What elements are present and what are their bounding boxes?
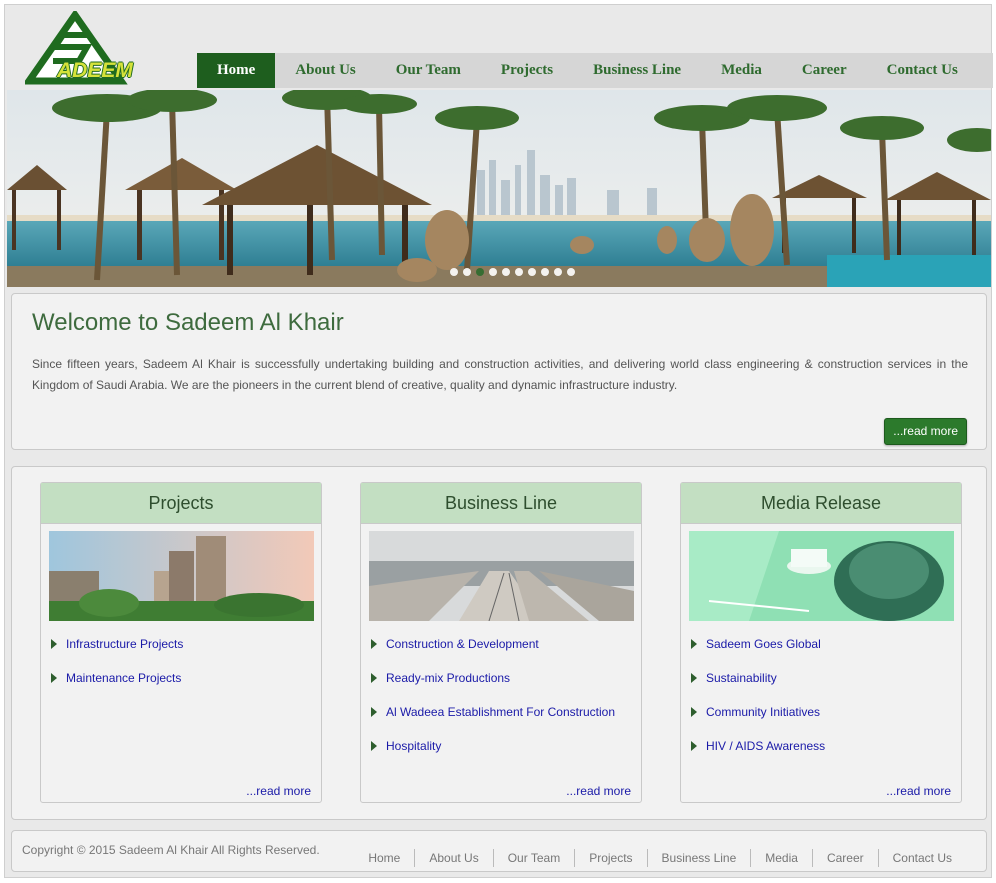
card-read-more-link[interactable]: ...read more (246, 784, 311, 798)
media-release-links: Sadeem Goes Global Sustainability Commun… (691, 637, 825, 773)
link-label: HIV / AIDS Awareness (706, 739, 826, 753)
nav-item-home[interactable]: Home (197, 53, 276, 88)
footer: Copyright © 2015 Sadeem Al Khair All Rig… (11, 830, 987, 872)
resort-banner-image (7, 90, 991, 287)
slider-dots (450, 268, 575, 276)
triangle-bullet-icon (371, 707, 377, 717)
list-item[interactable]: Sadeem Goes Global (691, 637, 825, 671)
triangle-bullet-icon (371, 639, 377, 649)
list-item[interactable]: Sustainability (691, 671, 825, 705)
list-item[interactable]: HIV / AIDS Awareness (691, 739, 825, 773)
list-item[interactable]: Construction & Development (371, 637, 615, 671)
list-item[interactable]: Infrastructure Projects (51, 637, 183, 671)
card-title: Projects (41, 483, 321, 524)
slider-dot[interactable] (450, 268, 458, 276)
projects-image (49, 531, 314, 621)
main-nav: Home About Us Our Team Projects Business… (197, 53, 993, 88)
nav-item-career[interactable]: Career (782, 53, 867, 88)
business-line-image (369, 531, 634, 621)
logo-text: ADEEM (57, 59, 133, 82)
slider-dot[interactable] (567, 268, 575, 276)
link-label: Hospitality (386, 739, 442, 753)
triangle-bullet-icon (691, 741, 697, 751)
welcome-section: Welcome to Sadeem Al Khair Since fifteen… (11, 293, 987, 450)
media-release-image (689, 531, 954, 621)
card-title: Business Line (361, 483, 641, 524)
slider-dot[interactable] (528, 268, 536, 276)
footer-link-career[interactable]: Career (811, 849, 878, 867)
link-label: Infrastructure Projects (66, 637, 184, 651)
slider-dot-active[interactable] (476, 268, 484, 276)
triangle-bullet-icon (51, 673, 57, 683)
slider-dot[interactable] (463, 268, 471, 276)
list-item[interactable]: Maintenance Projects (51, 671, 183, 705)
business-line-links: Construction & Development Ready-mix Pro… (371, 637, 615, 773)
feature-boxes: Projects Infrastructure Projects Mainten… (11, 466, 987, 820)
slider-dot[interactable] (502, 268, 510, 276)
link-label: Sadeem Goes Global (706, 637, 821, 651)
slider-dot[interactable] (554, 268, 562, 276)
link-label: Community Initiatives (706, 705, 821, 719)
footer-link-our-team[interactable]: Our Team (492, 849, 574, 867)
welcome-text: Since fifteen years, Sadeem Al Khair is … (32, 357, 968, 392)
footer-link-projects[interactable]: Projects (574, 849, 646, 867)
list-item[interactable]: Community Initiatives (691, 705, 825, 739)
nav-item-our-team[interactable]: Our Team (376, 53, 481, 88)
list-item[interactable]: Hospitality (371, 739, 615, 773)
slider-dot[interactable] (489, 268, 497, 276)
link-label: Ready-mix Productions (386, 671, 511, 685)
slider-dot[interactable] (515, 268, 523, 276)
list-item[interactable]: Ready-mix Productions (371, 671, 615, 705)
page-container: ADEEM Home About Us Our Team Projects Bu… (4, 4, 993, 878)
business-line-card: Business Line Construction & Development… (360, 482, 642, 803)
footer-link-home[interactable]: Home (354, 849, 414, 867)
link-label: Maintenance Projects (66, 671, 182, 685)
read-more-button[interactable]: ...read more (884, 418, 967, 445)
site-logo[interactable]: ADEEM (22, 8, 135, 85)
footer-link-media[interactable]: Media (750, 849, 812, 867)
triangle-bullet-icon (51, 639, 57, 649)
footer-link-business-line[interactable]: Business Line (646, 849, 751, 867)
slider-dot[interactable] (541, 268, 549, 276)
hero-banner (7, 90, 991, 287)
footer-link-contact-us[interactable]: Contact Us (877, 849, 966, 867)
triangle-bullet-icon (691, 673, 697, 683)
triangle-bullet-icon (371, 741, 377, 751)
welcome-title: Welcome to Sadeem Al Khair (32, 309, 344, 336)
nav-item-business-line[interactable]: Business Line (573, 53, 701, 88)
list-item[interactable]: Al Wadeea Establishment For Construction (371, 705, 615, 739)
link-label: Al Wadeea Establishment For Construction (386, 705, 615, 719)
copyright-text: Copyright © 2015 Sadeem Al Khair All Rig… (22, 843, 320, 857)
media-release-card: Media Release Sadeem Goes Global Sustain… (680, 482, 962, 803)
card-read-more-link[interactable]: ...read more (886, 784, 951, 798)
card-title: Media Release (681, 483, 961, 524)
nav-item-about-us[interactable]: About Us (275, 53, 375, 88)
triangle-bullet-icon (691, 707, 697, 717)
link-label: Construction & Development (386, 637, 539, 651)
nav-item-projects[interactable]: Projects (481, 53, 573, 88)
nav-item-media[interactable]: Media (701, 53, 782, 88)
nav-item-contact-us[interactable]: Contact Us (867, 53, 978, 88)
footer-link-about-us[interactable]: About Us (414, 849, 492, 867)
projects-card: Projects Infrastructure Projects Mainten… (40, 482, 322, 803)
triangle-bullet-icon (371, 673, 377, 683)
card-read-more-link[interactable]: ...read more (566, 784, 631, 798)
link-label: Sustainability (706, 671, 777, 685)
footer-nav: Home About Us Our Team Projects Business… (354, 849, 966, 867)
projects-links: Infrastructure Projects Maintenance Proj… (51, 637, 183, 705)
triangle-bullet-icon (691, 639, 697, 649)
